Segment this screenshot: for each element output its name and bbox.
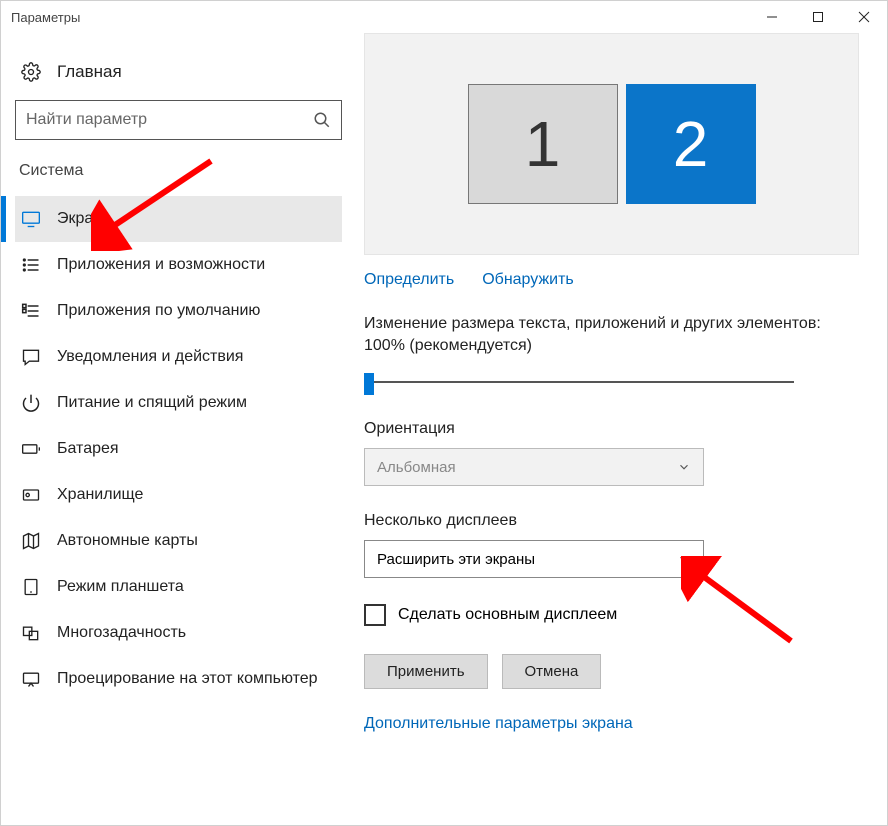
- tablet-icon: [21, 577, 41, 597]
- monitor-1[interactable]: 1: [468, 84, 618, 204]
- chevron-down-icon: [677, 552, 691, 566]
- window-controls: [749, 1, 887, 33]
- list-icon: [21, 255, 41, 275]
- close-icon: [858, 11, 870, 23]
- monitor-2[interactable]: 2: [626, 84, 756, 204]
- slider-thumb[interactable]: [364, 373, 374, 395]
- minimize-icon: [766, 11, 778, 23]
- cancel-button[interactable]: Отмена: [502, 654, 602, 689]
- scale-slider[interactable]: [364, 368, 794, 396]
- multitask-icon: [21, 623, 41, 643]
- nav-storage[interactable]: Хранилище: [15, 472, 342, 518]
- nav-notifications[interactable]: Уведомления и действия: [15, 334, 342, 380]
- section-title: Система: [19, 162, 342, 180]
- nav-label: Режим планшета: [57, 578, 184, 596]
- nav-list: Экран Приложения и возможности Приложени…: [15, 196, 342, 702]
- window-title: Параметры: [11, 10, 80, 25]
- nav-maps[interactable]: Автономные карты: [15, 518, 342, 564]
- detect-link[interactable]: Обнаружить: [482, 271, 574, 289]
- sidebar: Главная Найти параметр Система Экран При…: [1, 33, 356, 825]
- nav-apps[interactable]: Приложения и возможности: [15, 242, 342, 288]
- nav-label: Приложения по умолчанию: [57, 302, 260, 320]
- primary-display-checkbox[interactable]: Сделать основным дисплеем: [364, 604, 859, 626]
- nav-label: Проецирование на этот компьютер: [57, 670, 318, 688]
- nav-projecting[interactable]: Проецирование на этот компьютер: [15, 656, 342, 702]
- chevron-down-icon: [677, 460, 691, 474]
- search-placeholder: Найти параметр: [26, 111, 147, 129]
- multiple-displays-select[interactable]: Расширить эти экраны: [364, 540, 704, 578]
- home-label: Главная: [57, 62, 122, 82]
- identify-link[interactable]: Определить: [364, 271, 454, 289]
- nav-tablet[interactable]: Режим планшета: [15, 564, 342, 610]
- nav-display[interactable]: Экран: [15, 196, 342, 242]
- storage-icon: [21, 485, 41, 505]
- power-icon: [21, 393, 41, 413]
- nav-default-apps[interactable]: Приложения по умолчанию: [15, 288, 342, 334]
- battery-icon: [21, 439, 41, 459]
- notification-icon: [21, 347, 41, 367]
- close-button[interactable]: [841, 1, 887, 33]
- nav-label: Приложения и возможности: [57, 256, 265, 274]
- apply-button[interactable]: Применить: [364, 654, 488, 689]
- slider-track: [364, 381, 794, 383]
- home-row[interactable]: Главная: [15, 58, 342, 100]
- checkbox-box[interactable]: [364, 604, 386, 626]
- multiple-value: Расширить эти экраны: [377, 551, 535, 568]
- nav-power[interactable]: Питание и спящий режим: [15, 380, 342, 426]
- nav-label: Питание и спящий режим: [57, 394, 247, 412]
- scale-description: Изменение размера текста, приложений и д…: [364, 313, 824, 356]
- nav-label: Хранилище: [57, 486, 143, 504]
- main-panel: 1 2 Определить Обнаружить Изменение разм…: [356, 33, 887, 825]
- map-icon: [21, 531, 41, 551]
- orientation-select[interactable]: Альбомная: [364, 448, 704, 486]
- nav-label: Экран: [57, 210, 102, 228]
- nav-label: Уведомления и действия: [57, 348, 243, 366]
- nav-label: Батарея: [57, 440, 119, 458]
- nav-label: Многозадачность: [57, 624, 186, 642]
- checkbox-label: Сделать основным дисплеем: [398, 606, 617, 624]
- monitor-icon: [21, 209, 41, 229]
- orientation-value: Альбомная: [377, 459, 456, 476]
- title-bar: Параметры: [1, 1, 887, 33]
- orientation-label: Ориентация: [364, 420, 859, 438]
- gear-icon: [21, 62, 41, 82]
- search-icon: [313, 111, 331, 129]
- nav-label: Автономные карты: [57, 532, 198, 550]
- defaults-icon: [21, 301, 41, 321]
- button-row: Применить Отмена: [364, 654, 859, 689]
- display-arrangement[interactable]: 1 2: [364, 33, 859, 255]
- advanced-display-link[interactable]: Дополнительные параметры экрана: [364, 715, 859, 733]
- nav-battery[interactable]: Батарея: [15, 426, 342, 472]
- maximize-button[interactable]: [795, 1, 841, 33]
- nav-multitasking[interactable]: Многозадачность: [15, 610, 342, 656]
- display-actions: Определить Обнаружить: [364, 271, 859, 289]
- multiple-label: Несколько дисплеев: [364, 512, 859, 530]
- maximize-icon: [812, 11, 824, 23]
- minimize-button[interactable]: [749, 1, 795, 33]
- search-input[interactable]: Найти параметр: [15, 100, 342, 140]
- project-icon: [21, 669, 41, 689]
